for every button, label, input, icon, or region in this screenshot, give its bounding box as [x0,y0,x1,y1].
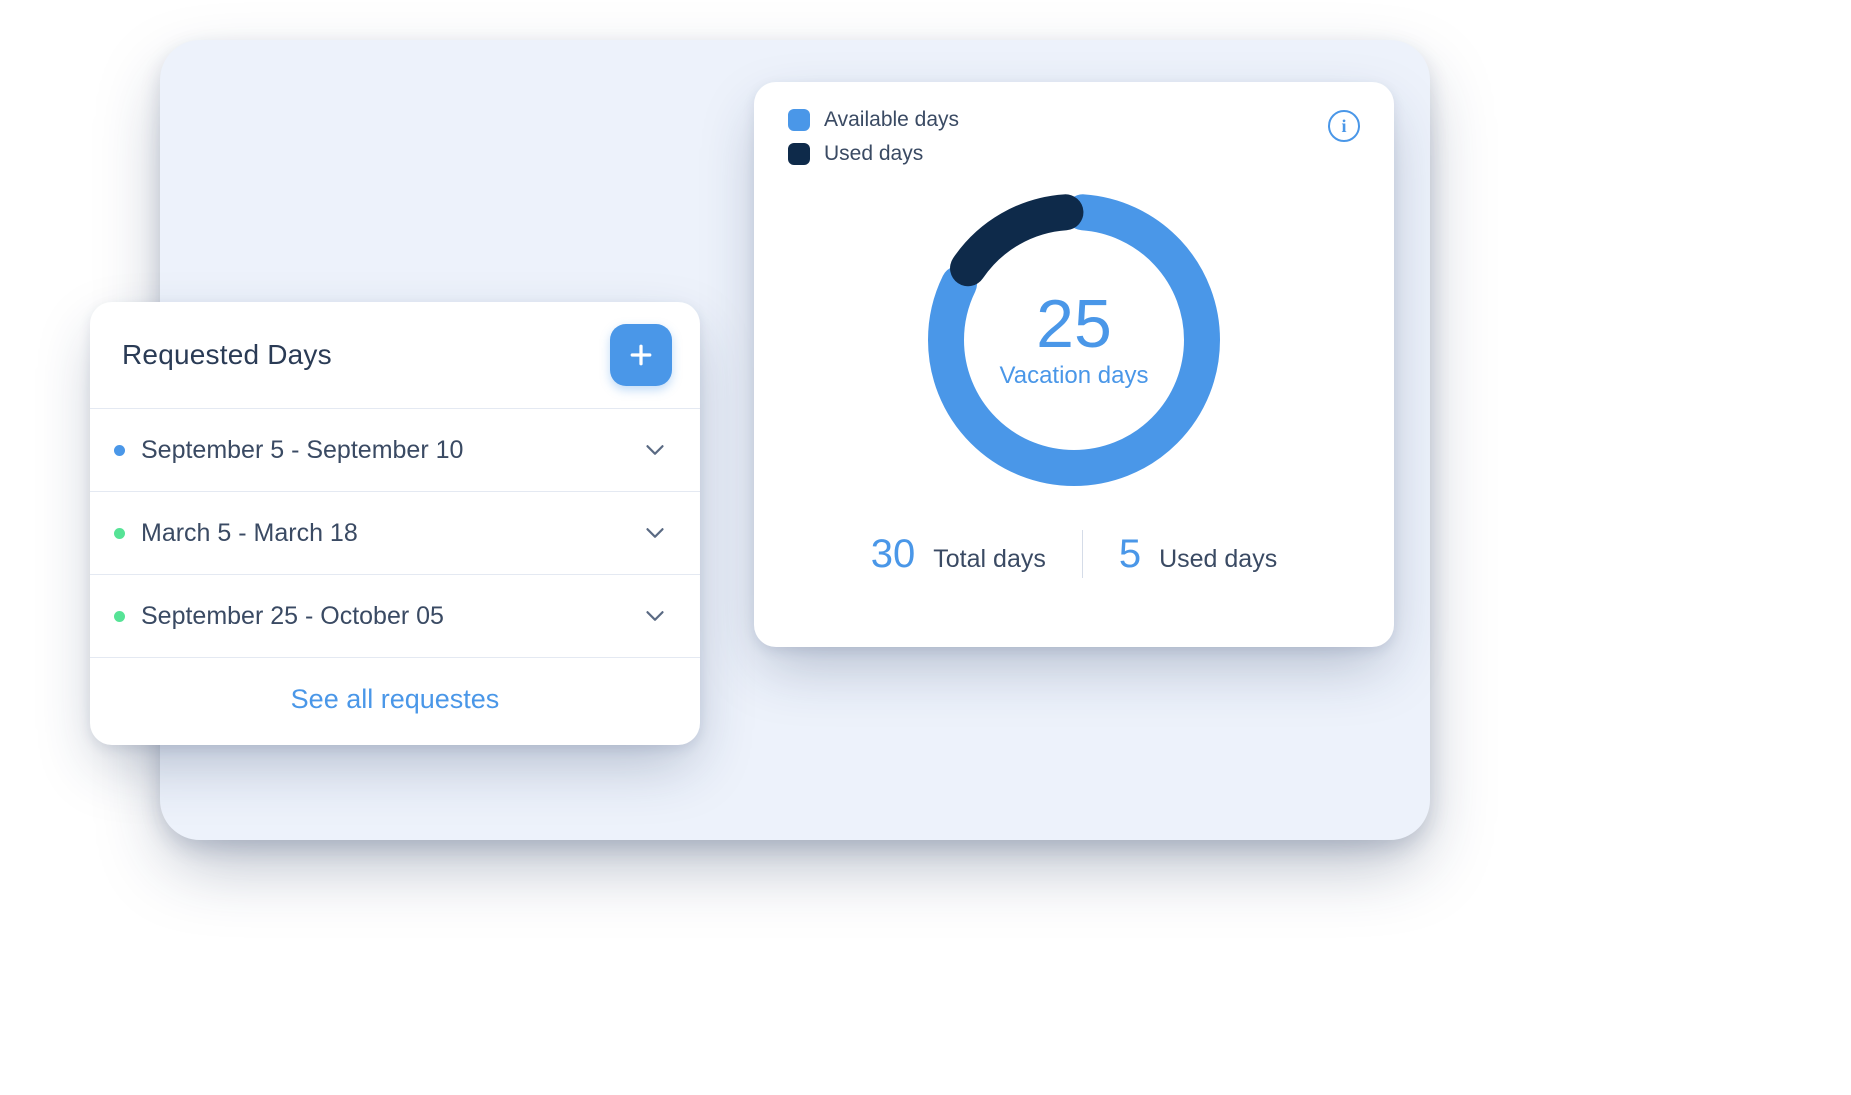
see-all-requests-link[interactable]: See all requestes [291,684,500,714]
vacation-days-card: Available days Used days i 25 Vacation d… [754,82,1394,647]
see-all-row: See all requestes [90,658,700,745]
request-row[interactable]: March 5 - March 18 [90,492,700,575]
legend: Available days Used days [788,108,959,166]
stat-total: 30 Total days [871,532,1046,577]
status-dot-pending [114,445,125,456]
stat-divider [1082,530,1083,578]
requested-days-header: Requested Days [90,302,700,409]
info-icon[interactable]: i [1328,110,1360,142]
add-request-button[interactable] [610,324,672,386]
request-row[interactable]: September 25 - October 05 [90,575,700,658]
status-dot-approved [114,528,125,539]
chevron-down-icon [640,435,670,465]
request-row[interactable]: September 5 - September 10 [90,409,700,492]
request-range: March 5 - March 18 [141,519,640,548]
donut-center-value: 25 [1000,290,1149,358]
legend-label-used: Used days [824,142,923,166]
vacation-top-row: Available days Used days i [788,108,1360,166]
requested-days-title: Requested Days [122,339,332,371]
request-range: September 5 - September 10 [141,436,640,465]
vacation-donut-chart: 25 Vacation days [788,170,1360,510]
request-range: September 25 - October 05 [141,602,640,631]
stat-total-value: 30 [871,532,916,577]
status-dot-approved [114,611,125,622]
legend-label-available: Available days [824,108,959,132]
legend-swatch-used [788,143,810,165]
stat-used: 5 Used days [1119,532,1277,577]
legend-item-used: Used days [788,142,959,166]
stat-total-label: Total days [933,545,1046,574]
plus-icon [626,340,656,370]
legend-swatch-available [788,109,810,131]
requested-days-card: Requested Days September 5 - September 1… [90,302,700,745]
chevron-down-icon [640,518,670,548]
stats-row: 30 Total days 5 Used days [788,530,1360,578]
donut-center: 25 Vacation days [1000,290,1149,390]
chevron-down-icon [640,601,670,631]
donut-center-label: Vacation days [1000,362,1149,390]
legend-item-available: Available days [788,108,959,132]
stat-used-label: Used days [1159,545,1277,574]
stat-used-value: 5 [1119,532,1141,577]
